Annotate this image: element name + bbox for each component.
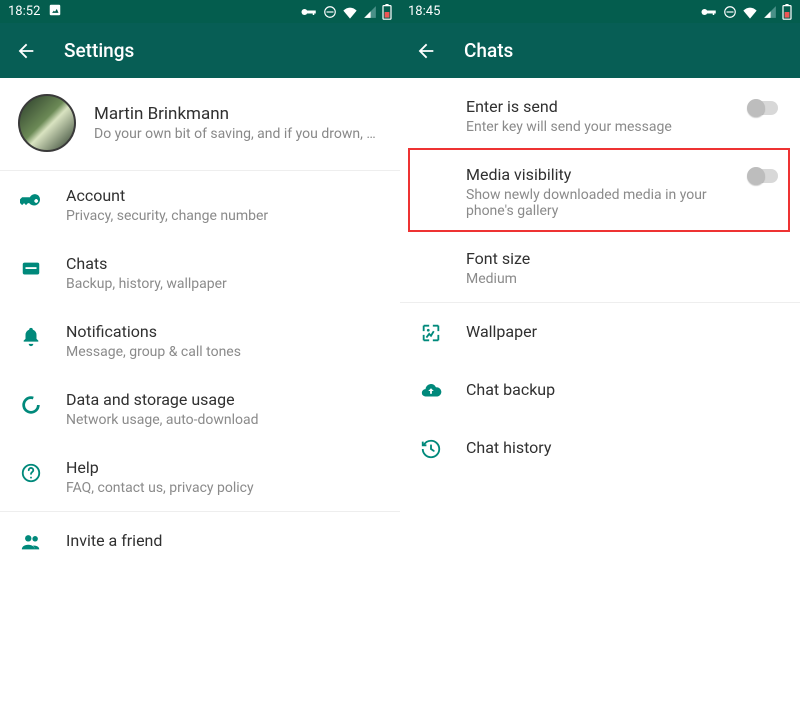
- history-icon: [418, 436, 444, 462]
- settings-item-sub: FAQ, contact us, privacy policy: [66, 480, 382, 496]
- settings-item-sub: Backup, history, wallpaper: [66, 276, 382, 292]
- app-bar: Chats: [400, 23, 800, 78]
- battery-icon: [382, 4, 392, 20]
- settings-item-label: Invite a friend: [66, 527, 382, 554]
- chats-item-chat-history[interactable]: Chat history: [400, 419, 800, 477]
- settings-item-sub: Privacy, security, change number: [66, 208, 382, 224]
- settings-item-data[interactable]: Data and storage usage Network usage, au…: [0, 375, 400, 443]
- help-icon: [18, 460, 44, 486]
- status-time: 18:45: [408, 4, 440, 19]
- setting-label: Font size: [466, 249, 782, 268]
- setting-sub: Show newly downloaded media in your phon…: [466, 187, 726, 219]
- cloud-upload-icon: [418, 378, 444, 404]
- settings-item-account[interactable]: Account Privacy, security, change number: [0, 171, 400, 239]
- enter-is-send-toggle[interactable]: [748, 101, 778, 115]
- battery-icon: [782, 4, 792, 20]
- chat-icon: [18, 256, 44, 282]
- settings-item-label: Account: [66, 186, 382, 205]
- setting-label: Chat backup: [466, 376, 782, 403]
- chats-item-media-visibility[interactable]: Media visibility Show newly downloaded m…: [400, 150, 800, 234]
- setting-label: Enter is send: [466, 97, 726, 116]
- status-time: 18:52: [8, 4, 40, 19]
- status-bar: 18:52: [0, 0, 400, 23]
- media-visibility-toggle[interactable]: [748, 169, 778, 183]
- setting-label: Wallpaper: [466, 318, 782, 345]
- wallpaper-icon: [418, 320, 444, 346]
- page-title: Settings: [64, 39, 134, 62]
- settings-item-sub: Network usage, auto-download: [66, 412, 382, 428]
- back-button[interactable]: [8, 33, 44, 69]
- app-bar: Settings: [0, 23, 400, 78]
- picture-icon: [48, 3, 62, 21]
- settings-screen: 18:52 Settings Martin Brinkmann: [0, 0, 400, 711]
- wifi-icon: [742, 5, 758, 19]
- settings-item-label: Help: [66, 458, 382, 477]
- vpn-key-icon: [700, 6, 718, 18]
- chats-item-wallpaper[interactable]: Wallpaper: [400, 303, 800, 361]
- chats-item-font-size[interactable]: Font size Medium: [400, 234, 800, 302]
- back-button[interactable]: [408, 33, 444, 69]
- chats-settings-screen: 18:45 Chats Enter is send Enter key wil: [400, 0, 800, 711]
- setting-label: Chat history: [466, 434, 782, 461]
- data-usage-icon: [18, 392, 44, 418]
- settings-item-invite[interactable]: Invite a friend: [0, 512, 400, 570]
- profile-status-text: Do your own bit of saving, and if you dr…: [94, 126, 382, 142]
- settings-item-sub: Message, group & call tones: [66, 344, 382, 360]
- vpn-key-icon: [300, 6, 318, 18]
- page-title: Chats: [464, 39, 513, 62]
- do-not-disturb-icon: [323, 5, 337, 19]
- chats-item-enter-is-send[interactable]: Enter is send Enter key will send your m…: [400, 82, 800, 150]
- profile-row[interactable]: Martin Brinkmann Do your own bit of savi…: [0, 78, 400, 170]
- setting-sub: Enter key will send your message: [466, 119, 726, 135]
- settings-item-label: Data and storage usage: [66, 390, 382, 409]
- settings-item-label: Chats: [66, 254, 382, 273]
- signal-icon: [363, 5, 377, 19]
- settings-item-label: Notifications: [66, 322, 382, 341]
- setting-sub: Medium: [466, 271, 782, 287]
- do-not-disturb-icon: [723, 5, 737, 19]
- chats-item-chat-backup[interactable]: Chat backup: [400, 361, 800, 419]
- key-icon: [18, 188, 44, 214]
- settings-item-chats[interactable]: Chats Backup, history, wallpaper: [0, 239, 400, 307]
- signal-icon: [763, 5, 777, 19]
- setting-label: Media visibility: [466, 165, 726, 184]
- profile-name: Martin Brinkmann: [94, 104, 382, 124]
- bell-icon: [18, 324, 44, 350]
- wifi-icon: [342, 5, 358, 19]
- settings-item-help[interactable]: Help FAQ, contact us, privacy policy: [0, 443, 400, 511]
- settings-item-notifications[interactable]: Notifications Message, group & call tone…: [0, 307, 400, 375]
- people-icon: [18, 529, 44, 555]
- status-bar: 18:45: [400, 0, 800, 23]
- avatar: [18, 94, 76, 152]
